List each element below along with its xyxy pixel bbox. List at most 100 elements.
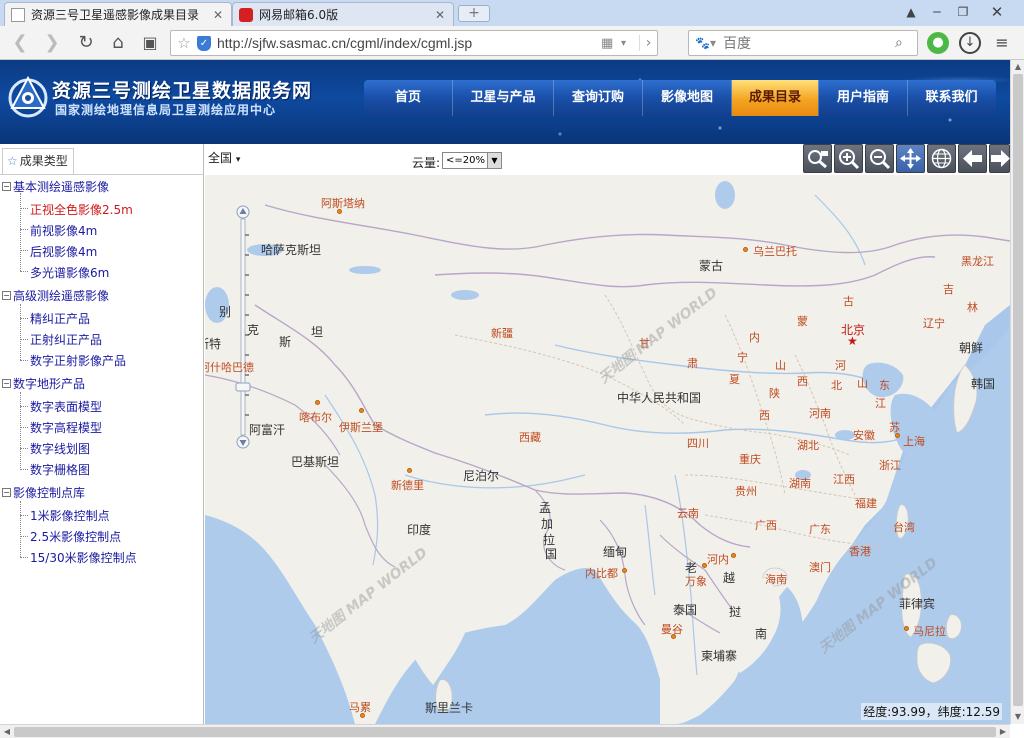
close-tab-icon[interactable]: ✕ (211, 8, 225, 22)
arrow-right-icon[interactable] (989, 144, 1010, 173)
tree-group-terrain[interactable]: − 数字地形产品 (2, 375, 85, 392)
new-tab-button[interactable]: + (458, 5, 490, 22)
search-input[interactable]: 百度 (723, 33, 895, 53)
map-label: 湖南 (789, 477, 811, 490)
group-label[interactable]: 数字地形产品 (13, 375, 85, 392)
tree-item-forward[interactable]: 前视影像4m (30, 222, 97, 239)
region-value[interactable]: 全国 (208, 151, 232, 165)
tree-line (20, 392, 21, 470)
dropdown-icon[interactable]: ▾ (621, 38, 639, 49)
tree-item-multispectral[interactable]: 多光谱影像6m (30, 264, 109, 281)
nav-contact[interactable]: 联系我们 (908, 80, 995, 116)
browser-tab-active[interactable]: 资源三号卫星遥感影像成果目录 ✕ (4, 2, 232, 26)
map-label: 浙江 (879, 459, 901, 472)
scroll-right-icon[interactable]: ▶ (996, 725, 1010, 738)
search-box[interactable]: 🐾▾ 百度 ⌕ (688, 30, 918, 56)
city-dot (360, 713, 365, 718)
back-button[interactable]: ❮ (8, 31, 32, 55)
globe-icon[interactable] (927, 144, 956, 173)
tree-item-precise-correction[interactable]: 精纠正产品 (30, 310, 90, 327)
map-label: 中华人民共和国 (617, 391, 702, 405)
browser-titlebar: 资源三号卫星遥感影像成果目录 ✕ 网易邮箱6.0版 ✕ + ▲ ‒ ❐ ✕ (0, 0, 1024, 26)
scroll-left-icon[interactable]: ◀ (0, 725, 14, 738)
tree-item-drg[interactable]: 数字栅格图 (30, 461, 90, 478)
city-dot (671, 634, 676, 639)
go-icon[interactable]: › (639, 35, 657, 51)
tree-group-control-points[interactable]: − 影像控制点库 (2, 484, 85, 501)
map-label: 香港 (849, 545, 871, 558)
tree-group-basic-imagery[interactable]: − 基本测绘遥感影像 (2, 178, 109, 195)
map-label: 江 (875, 397, 886, 410)
tree-branch (20, 208, 28, 209)
search-engine-icon[interactable]: 🐾▾ (695, 36, 723, 50)
region-dropdown[interactable]: 全国 ▾ (208, 149, 240, 166)
nav-satellites-products[interactable]: 卫星与产品 (453, 80, 553, 116)
arrow-left-icon[interactable] (958, 144, 987, 173)
url-text[interactable]: http://sjfw.sasmac.cn/cgml/index/cgml.js… (217, 35, 601, 51)
map-label: 内 (749, 331, 760, 344)
zoom-in-icon[interactable] (834, 144, 863, 173)
forward-button[interactable]: ❯ (40, 31, 64, 55)
tree-item-dem[interactable]: 数字高程模型 (30, 419, 102, 436)
tree-item-dom[interactable]: 数字正射影像产品 (30, 352, 126, 369)
minimize-button[interactable]: ‒ (924, 2, 950, 22)
nav-query-order[interactable]: 查询订购 (554, 80, 642, 116)
home-button[interactable]: ⌂ (106, 31, 130, 55)
close-window-button[interactable]: ✕ (984, 2, 1010, 22)
city-dot (904, 626, 909, 631)
tree-item-nadir-pan[interactable]: 正视全色影像2.5m (30, 201, 133, 218)
magnifier-icon[interactable] (803, 144, 832, 173)
map-label: 万象 (685, 575, 707, 588)
tree-item-backward[interactable]: 后视影像4m (30, 243, 97, 260)
group-label[interactable]: 高级测绘遥感影像 (13, 287, 109, 304)
wechat-icon[interactable]: ● (927, 32, 949, 54)
download-icon[interactable]: ↓ (959, 32, 981, 54)
collapse-icon[interactable]: − (2, 379, 11, 388)
collapse-icon[interactable]: − (2, 488, 11, 497)
nav-home[interactable]: 首页 (364, 80, 452, 116)
reload-button[interactable]: ↻ (74, 31, 98, 55)
horizontal-scrollbar[interactable]: ◀ ▶ (0, 724, 1010, 738)
tree-group-advanced-imagery[interactable]: − 高级测绘遥感影像 (2, 287, 109, 304)
browser-tab-mail[interactable]: 网易邮箱6.0版 ✕ (232, 2, 454, 26)
scroll-thumb[interactable] (1013, 74, 1023, 706)
restore-button[interactable]: ❐ (950, 2, 976, 22)
zoom-out-icon[interactable] (865, 144, 894, 173)
nav-image-map[interactable]: 影像地图 (643, 80, 731, 116)
tree-item-1m-gcp[interactable]: 1米影像控制点 (30, 507, 110, 524)
menu-icon[interactable]: ≡ (991, 32, 1013, 54)
skin-icon[interactable]: ▲ (898, 2, 924, 22)
bookmark-star-icon[interactable]: ☆ (171, 34, 197, 52)
collapse-icon[interactable]: − (2, 182, 11, 191)
nav-user-guide[interactable]: 用户指南 (819, 80, 907, 116)
group-label[interactable]: 影像控制点库 (13, 484, 85, 501)
address-bar[interactable]: ☆ ✓ http://sjfw.sasmac.cn/cgml/index/cgm… (170, 30, 658, 56)
map-label: 巴基斯坦 (291, 455, 340, 469)
collapse-icon[interactable]: − (2, 291, 11, 300)
tree-item-ortho-correction[interactable]: 正射纠正产品 (30, 331, 102, 348)
qr-code-icon[interactable]: ▦ (601, 36, 621, 51)
tree-item-15-30m-gcp[interactable]: 15/30米影像控制点 (30, 549, 137, 566)
bookmarks-button[interactable]: ▣ (138, 31, 162, 55)
satellite-logo-icon[interactable] (4, 72, 52, 120)
nav-catalog[interactable]: 成果目录 (732, 80, 818, 116)
tree-branch (20, 229, 28, 230)
cloud-cover-select[interactable]: <=20% ▼ (442, 152, 502, 169)
map-label: 国 (545, 547, 558, 561)
pan-icon[interactable] (896, 144, 925, 173)
tree-line (20, 501, 21, 557)
map-view[interactable]: 阿斯塔纳 哈萨克斯坦 别 克 斯 坦 斯特 阿什哈巴德 喀布尔 伊斯兰堡 阿富汗… (205, 175, 1010, 724)
tree-item-dlg[interactable]: 数字线划图 (30, 440, 90, 457)
tab-product-types[interactable]: ☆ 成果类型 (2, 148, 74, 174)
scroll-up-icon[interactable]: ▲ (1011, 60, 1024, 74)
search-icon[interactable]: ⌕ (895, 35, 917, 51)
tree-item-2.5m-gcp[interactable]: 2.5米影像控制点 (30, 528, 121, 545)
close-tab-icon[interactable]: ✕ (433, 8, 447, 22)
site-header: 资源三号测绘卫星数据服务网 国家测绘地理信息局卫星测绘应用中心 首页 卫星与产品… (0, 60, 1010, 144)
scroll-thumb[interactable] (14, 727, 996, 737)
group-label[interactable]: 基本测绘遥感影像 (13, 178, 109, 195)
map-label: 古 (843, 295, 854, 308)
tree-item-dsm[interactable]: 数字表面模型 (30, 398, 102, 415)
vertical-scrollbar[interactable]: ▲ ▼ (1010, 60, 1024, 724)
scroll-down-icon[interactable]: ▼ (1011, 710, 1024, 724)
